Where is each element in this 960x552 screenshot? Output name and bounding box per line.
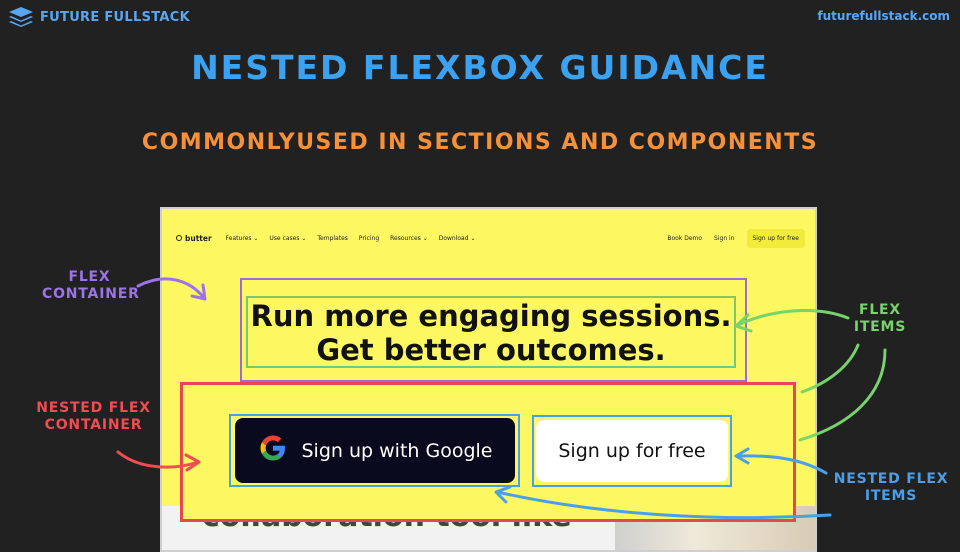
callout-line: NESTED FLEX bbox=[36, 400, 151, 416]
hero-headline: Run more engaging sessions. Get better o… bbox=[248, 299, 734, 367]
brand[interactable]: FUTURE FULLSTACK bbox=[8, 6, 190, 28]
nav-item-templates[interactable]: Templates bbox=[317, 235, 348, 242]
book-demo-link[interactable]: Book Demo bbox=[667, 235, 702, 242]
headline-line-1: Run more engaging sessions. bbox=[250, 299, 732, 333]
callout-line: CONTAINER bbox=[44, 417, 143, 433]
nav-item-features[interactable]: Features ⌄ bbox=[226, 235, 259, 242]
callout-line: NESTED FLEX bbox=[833, 471, 949, 487]
callout-line: ITEMS bbox=[864, 488, 918, 504]
nav-item-use-cases[interactable]: Use cases ⌄ bbox=[269, 235, 306, 242]
nav-item-resources[interactable]: Resources ⌄ bbox=[390, 235, 428, 242]
nav-signup-button[interactable]: Sign up for free bbox=[746, 228, 805, 248]
brand-name: FUTURE FULLSTACK bbox=[40, 9, 190, 25]
nav-item-pricing[interactable]: Pricing bbox=[359, 235, 379, 242]
slide-title: NESTED FLEXBOX GUIDANCE bbox=[191, 48, 769, 87]
slide-subtitle: COMMONLYUSED IN SECTIONS AND COMPONENTS bbox=[141, 130, 819, 155]
butter-logo-icon bbox=[176, 235, 182, 241]
google-button-label: Sign up with Google bbox=[301, 439, 493, 462]
callout-nested-flex-items: NESTED FLEX ITEMS bbox=[826, 471, 956, 505]
sign-up-free-button[interactable]: Sign up for free bbox=[536, 420, 728, 482]
google-icon bbox=[258, 433, 288, 468]
nav-right: Book Demo Sign in Sign up for free bbox=[667, 228, 805, 248]
site-logo[interactable]: butter bbox=[176, 234, 212, 243]
headline-line-2: Get better outcomes. bbox=[316, 333, 666, 367]
sign-in-link[interactable]: Sign in bbox=[714, 235, 734, 242]
site-nav-menu: Features ⌄ Use cases ⌄ Templates Pricing… bbox=[226, 235, 476, 242]
callout-nested-flex-container: NESTED FLEX CONTAINER bbox=[36, 400, 151, 434]
sign-up-google-button[interactable]: Sign up with Google bbox=[235, 418, 515, 483]
callout-line: CONTAINER bbox=[42, 286, 140, 302]
site-navbar: butter Features ⌄ Use cases ⌄ Templates … bbox=[176, 227, 805, 249]
callout-flex-container: FLEX CONTAINER bbox=[42, 269, 140, 303]
nav-item-download[interactable]: Download ⌄ bbox=[439, 235, 476, 242]
callout-line: FLEX bbox=[858, 302, 902, 318]
site-url[interactable]: futurefullstack.com bbox=[817, 9, 950, 23]
callout-line: ITEMS bbox=[853, 319, 907, 335]
callout-line: FLEX bbox=[68, 269, 111, 285]
callout-flex-items: FLEX ITEMS bbox=[845, 302, 915, 336]
layers-icon bbox=[8, 6, 34, 28]
site-logo-text: butter bbox=[185, 233, 212, 243]
